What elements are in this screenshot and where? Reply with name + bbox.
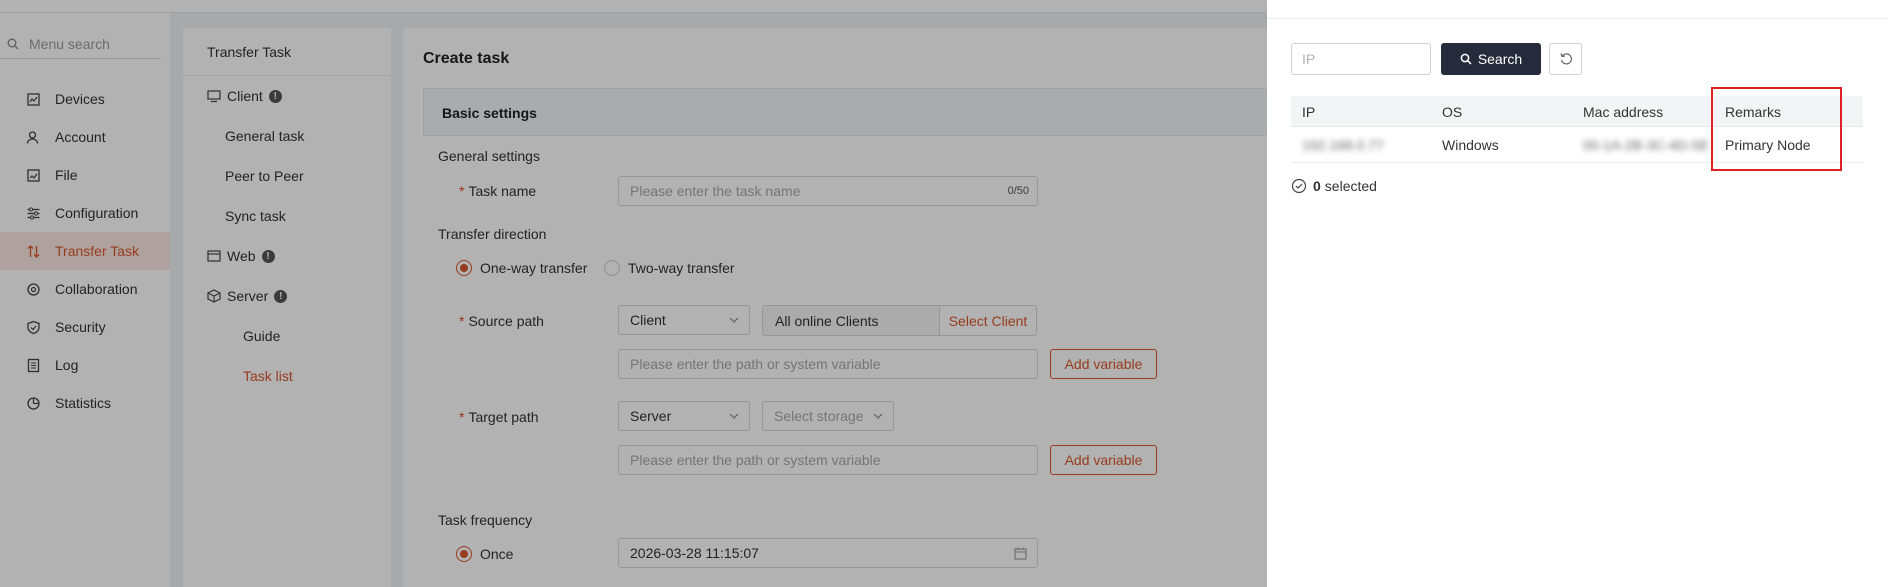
search-button-label: Search [1477,51,1523,67]
cell-os: Windows [1442,137,1499,153]
selected-label: selected [1324,178,1377,194]
column-header-mac: Mac address [1583,104,1664,120]
selected-number: 0 [1313,178,1321,194]
ip-search-input[interactable]: IP [1291,43,1431,75]
cell-ip: 192.168.0.77 [1302,137,1384,153]
search-icon [1460,53,1472,65]
reset-button[interactable] [1549,43,1582,75]
modal-overlay[interactable] [0,0,1267,587]
search-button[interactable]: Search [1441,43,1541,75]
check-circle-icon [1291,178,1307,194]
cell-mac: 00-1A-2B-3C-4D-5E [1583,137,1710,153]
ip-placeholder: IP [1302,51,1316,67]
divider [1267,18,1888,19]
select-client-drawer: IP Search IP OS Mac address Remarks 192.… [1267,0,1888,587]
selected-count: 0 selected [1291,178,1377,194]
column-header-ip: IP [1302,104,1316,120]
remarks-highlight-box [1711,87,1842,171]
column-header-os: OS [1442,104,1463,120]
reset-icon [1559,53,1572,65]
